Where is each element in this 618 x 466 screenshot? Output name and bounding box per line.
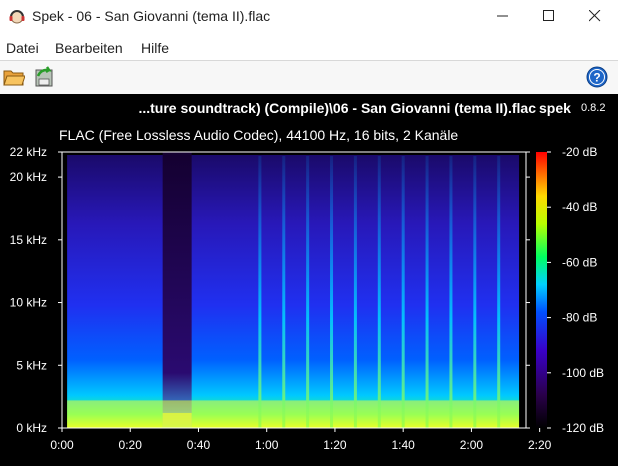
y-tick-label: 15 kHz	[10, 233, 47, 247]
y-tick-label: 20 kHz	[10, 170, 47, 184]
onset-streak	[330, 156, 334, 428]
maximize-icon	[543, 10, 554, 21]
y-tick-label: 0 kHz	[16, 421, 47, 435]
menu-hilfe[interactable]: Hilfe	[141, 40, 169, 56]
y-tick-label: 10 kHz	[10, 296, 47, 310]
quiet-section	[162, 152, 192, 428]
y-tick-label: 5 kHz	[16, 358, 47, 372]
onset-streak	[353, 156, 357, 428]
x-tick-label: 2:00	[460, 438, 484, 452]
help-icon[interactable]: ?	[586, 66, 608, 88]
close-icon	[589, 10, 601, 22]
x-tick-label: 1:00	[255, 438, 279, 452]
y-tick-label: 22 kHz	[10, 145, 47, 159]
title-bar: Spek - 06 - San Giovanni (tema II).flac	[0, 0, 618, 32]
x-tick-label: 0:20	[119, 438, 143, 452]
colorbar	[536, 152, 547, 428]
onset-streak	[401, 156, 405, 428]
minimize-icon	[497, 15, 508, 17]
colorbar-tick-label: -60 dB	[562, 255, 597, 269]
menu-bar: Datei Bearbeiten Hilfe	[0, 35, 618, 59]
svg-text:?: ?	[593, 71, 600, 85]
onset-streak	[282, 156, 286, 428]
minimize-button[interactable]	[480, 0, 526, 32]
onset-streak	[258, 156, 262, 428]
spectrogram-chart: 0 kHz 5 kHz 10 kHz 15 kHz 20 kHz 22 kHz 0:00 0:…	[10, 145, 604, 452]
onset-streak	[425, 156, 429, 428]
colorbar-tick-label: -120 dB	[562, 421, 604, 435]
spectrogram-panel: ...ture soundtrack) (Compile)\06 - San G…	[0, 94, 618, 466]
toolbar: ?	[0, 60, 618, 95]
colorbar-tick-label: -80 dB	[562, 311, 597, 325]
window-title: Spek - 06 - San Giovanni (tema II).flac	[32, 8, 271, 24]
onset-streak	[306, 156, 310, 428]
close-button[interactable]	[572, 0, 618, 32]
x-tick-label: 1:20	[323, 438, 347, 452]
headphones-icon	[9, 10, 25, 24]
colorbar-tick-label: -40 dB	[562, 200, 597, 214]
menu-datei[interactable]: Datei	[6, 40, 39, 56]
onset-streak	[449, 156, 453, 428]
folder-open-icon[interactable]	[3, 66, 25, 88]
x-tick-label: 1:40	[391, 438, 415, 452]
x-tick-label: 0:00	[50, 438, 74, 452]
menu-bearbeiten[interactable]: Bearbeiten	[55, 40, 123, 56]
save-export-icon[interactable]	[33, 66, 55, 88]
onset-streak	[377, 156, 381, 428]
spectrogram-tail	[519, 152, 526, 428]
onset-streak	[497, 156, 501, 428]
x-tick-label: 2:20	[528, 438, 552, 452]
x-tick-label: 0:40	[187, 438, 211, 452]
onset-streak	[473, 156, 477, 428]
colorbar-tick-label: -100 dB	[562, 366, 604, 380]
colorbar-tick-label: -20 dB	[562, 145, 597, 159]
maximize-button[interactable]	[526, 0, 572, 32]
